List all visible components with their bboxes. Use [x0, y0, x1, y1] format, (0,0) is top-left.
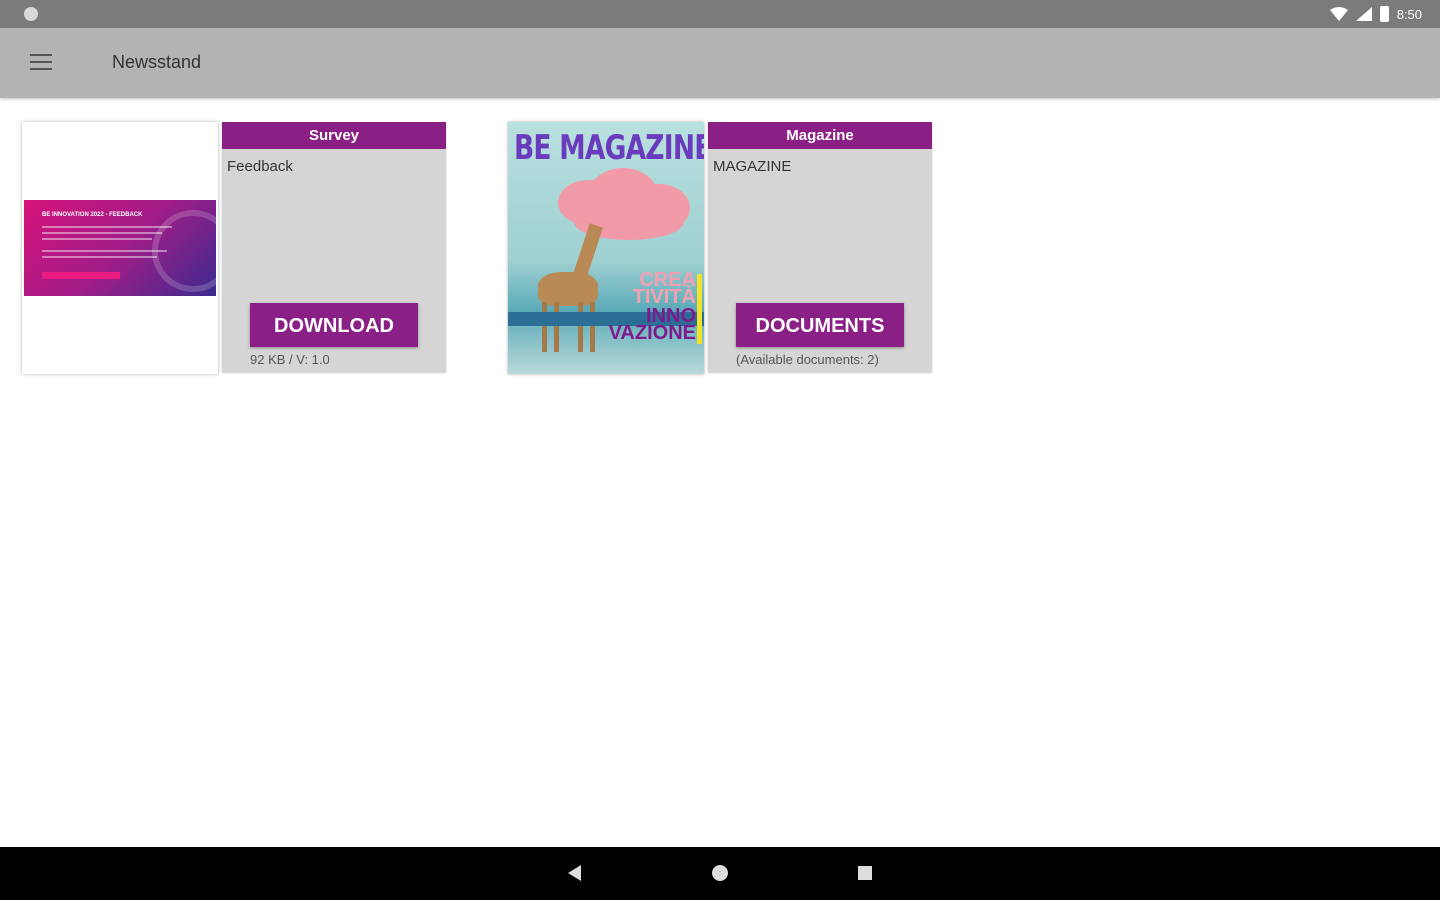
survey-info-panel: Survey Feedback DOWNLOAD 92 KB / V: 1.0: [222, 122, 446, 372]
cover-headline-2: INNO VAZIONE: [608, 305, 696, 344]
magazine-info-panel: Magazine MAGAZINE DOCUMENTS (Available d…: [708, 122, 932, 372]
wifi-icon: [1329, 7, 1348, 21]
giraffe-leg: [590, 302, 595, 352]
home-icon[interactable]: [712, 865, 728, 881]
app-bar: Newsstand: [0, 28, 1440, 98]
cover-line: [42, 232, 162, 234]
cover-swirl: [152, 210, 218, 292]
status-time: 8:50: [1396, 6, 1422, 22]
cover-pill: [42, 272, 120, 279]
survey-cover-banner: BE INNOVATION 2022 - FEEDBACK: [24, 200, 218, 296]
notification-icon: [24, 7, 38, 21]
file-meta: 92 KB / V: 1.0: [250, 352, 330, 367]
giraffe-leg: [542, 302, 547, 352]
magazine-cover-art: BE MAGAZINE CREA TIVITÀ INNO VAZIONE: [508, 122, 704, 374]
cover-line: [42, 226, 172, 228]
subtitle-label: MAGAZINE: [713, 158, 792, 175]
giraffe-leg: [554, 302, 559, 352]
publication-card-magazine: BE MAGAZINE CREA TIVITÀ INNO VAZIONE Mag…: [508, 122, 932, 374]
publication-card-survey: BE INNOVATION 2022 - FEEDBACK Survey Fee…: [22, 122, 446, 374]
recents-icon[interactable]: [858, 866, 872, 880]
page-title: Newsstand: [112, 52, 202, 72]
cover-yellow-bar: [697, 274, 702, 344]
category-label: Survey: [222, 122, 446, 149]
magazine-cover-brand: BE MAGAZINE: [514, 128, 704, 168]
cover-headline-1: CREA TIVITÀ: [632, 269, 696, 308]
giraffe-body: [538, 272, 598, 306]
status-bar: 8:50: [0, 0, 1440, 28]
survey-cover-title: BE INNOVATION 2022 - FEEDBACK: [42, 212, 143, 218]
navigation-bar: [0, 847, 1440, 900]
giraffe-leg: [578, 302, 583, 352]
magazine-cover[interactable]: BE MAGAZINE CREA TIVITÀ INNO VAZIONE: [508, 122, 704, 374]
documents-meta: (Available documents: 2): [736, 352, 879, 367]
cover-line: [42, 250, 167, 252]
cover-line: [42, 256, 157, 258]
hamburger-icon[interactable]: [30, 54, 52, 72]
status-icons: 8:50: [1329, 5, 1422, 23]
subtitle-label: Feedback: [227, 158, 293, 175]
documents-button[interactable]: DOCUMENTS: [736, 303, 904, 347]
battery-icon: [1379, 6, 1389, 22]
cover-line: [42, 238, 152, 240]
back-icon[interactable]: [568, 865, 581, 881]
survey-cover[interactable]: BE INNOVATION 2022 - FEEDBACK: [22, 122, 218, 374]
download-button[interactable]: DOWNLOAD: [250, 303, 418, 347]
category-label: Magazine: [708, 122, 932, 149]
signal-icon: [1355, 7, 1372, 21]
